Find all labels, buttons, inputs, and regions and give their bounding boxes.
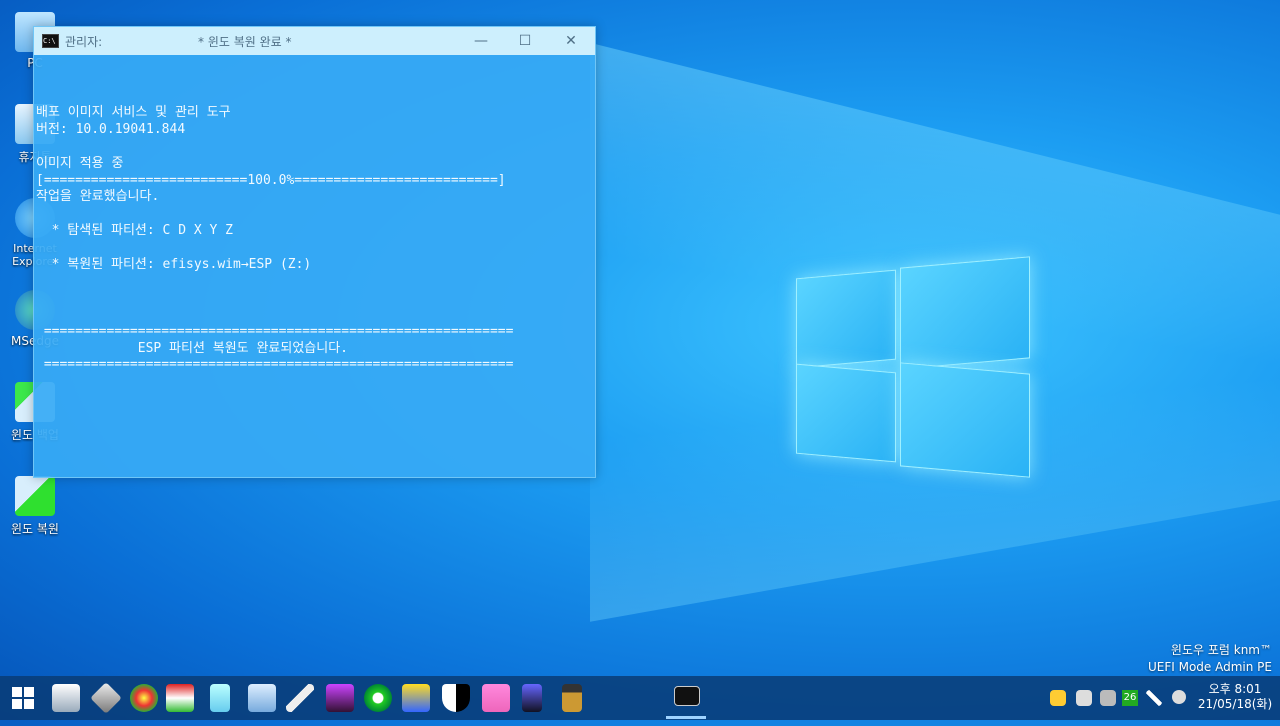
monitor-icon[interactable] (52, 684, 80, 712)
drive-icon[interactable] (166, 684, 194, 712)
clock-time: 오후 8:01 (1208, 682, 1262, 696)
active-app-indicator (666, 716, 706, 719)
sync-icon[interactable] (364, 684, 392, 712)
clock[interactable]: 오후 8:01 21/05/18(화) (1196, 676, 1274, 726)
maximize-button[interactable]: ☐ (502, 27, 548, 55)
tray-share-icon[interactable] (1146, 690, 1162, 706)
console-completion-message: ESP 파티션 복원도 완료되었습니다. (36, 340, 349, 356)
network-icon[interactable] (248, 684, 276, 712)
minimize-button[interactable]: — (458, 27, 504, 55)
tray-close-icon[interactable] (1172, 690, 1186, 704)
store-icon[interactable] (482, 684, 510, 712)
device-icon[interactable] (402, 684, 430, 712)
console-divider: ========================================… (36, 357, 514, 373)
folder-icon[interactable] (210, 684, 230, 712)
tray-notification-icon[interactable] (1050, 690, 1066, 706)
window-title: * 윈도 복원 완료 * (198, 34, 292, 49)
windows-logo-wallpaper (796, 256, 1030, 478)
console-line: 작업을 완료했습니다. (36, 189, 160, 205)
tools-icon[interactable] (90, 682, 122, 714)
console-divider: ========================================… (36, 323, 514, 339)
console-line: 버전: 10.0.19041.844 (36, 122, 186, 138)
watermark-line1: 윈도우 포럼 knm™ (1170, 643, 1272, 657)
console-window[interactable]: C:\ 관리자: * 윈도 복원 완료 * — ☐ ✕ 배포 이미지 서비스 및… (33, 26, 596, 478)
console-line: * 탐색된 파티션: C D X Y Z (36, 222, 233, 238)
disk-icon[interactable] (130, 684, 158, 712)
tray-usb-icon[interactable] (1100, 690, 1116, 706)
window-titlebar[interactable]: C:\ 관리자: * 윈도 복원 완료 * — ☐ ✕ (34, 27, 595, 55)
watermark: 윈도우 포럼 knm™ UEFI Mode Admin PE (1148, 642, 1272, 676)
watermark-line2: UEFI Mode Admin PE (1147, 660, 1272, 674)
close-button[interactable]: ✕ (548, 27, 594, 55)
windows-start-icon[interactable] (12, 687, 34, 709)
window-title-prefix: 관리자: (65, 34, 103, 49)
desktop-icon-restore[interactable]: 윈도 복원 (2, 476, 68, 537)
clock-date: 21/05/18(화) (1197, 697, 1273, 711)
card-icon[interactable] (562, 684, 582, 712)
media-icon[interactable] (326, 684, 354, 712)
desktop-icon-label: 윈도 복원 (11, 522, 59, 536)
cmd-icon[interactable] (674, 686, 700, 706)
console-progress-bar: [==========================100.0%=======… (36, 172, 506, 188)
tray-badge[interactable]: 26 (1122, 690, 1138, 706)
console-output[interactable]: 배포 이미지 서비스 및 관리 도구 버전: 10.0.19041.844 이미… (34, 55, 595, 374)
restore-icon (15, 476, 55, 516)
wrench-icon[interactable] (286, 684, 314, 712)
shield-icon[interactable] (442, 684, 470, 712)
cmd-icon: C:\ (42, 34, 59, 48)
console-line: 이미지 적용 중 (36, 155, 124, 171)
console-line: * 복원된 파티션: efisys.wim→ESP (Z:) (36, 256, 312, 272)
console-line: 배포 이미지 서비스 및 관리 도구 (36, 105, 231, 121)
tray-network-icon[interactable] (1076, 690, 1092, 706)
phone-icon[interactable] (522, 684, 542, 712)
taskbar: 26 오후 8:01 21/05/18(화) (0, 676, 1280, 720)
